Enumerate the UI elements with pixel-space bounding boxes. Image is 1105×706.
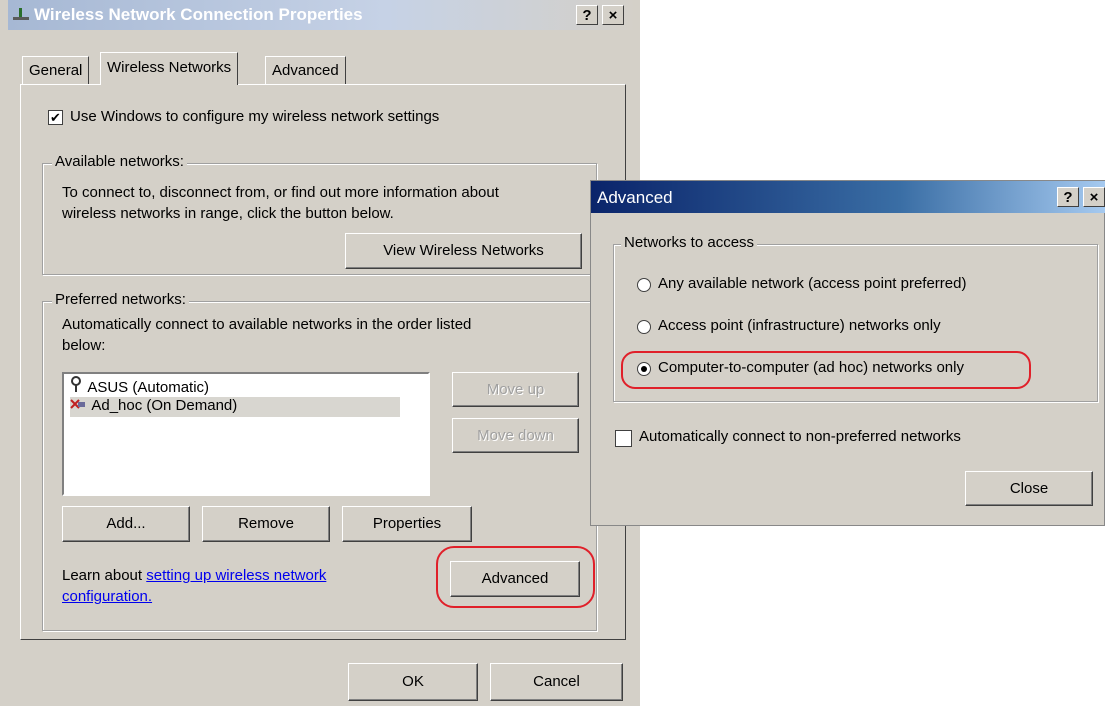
- advanced-title-bar[interactable]: Advanced ? ×: [591, 181, 1105, 213]
- advanced-title: Advanced: [597, 188, 673, 207]
- learn-about-text: Learn about setting up wireless network: [62, 567, 327, 584]
- available-text-line1: To connect to, disconnect from, or find …: [62, 184, 499, 201]
- tab-general[interactable]: General: [22, 56, 90, 84]
- move-up-button[interactable]: Move up: [452, 372, 579, 407]
- setup-help-link-line2[interactable]: configuration.: [62, 588, 152, 605]
- highlight-annotation: [621, 351, 1031, 389]
- use-windows-label: Use Windows to configure my wireless net…: [70, 108, 440, 125]
- ok-button[interactable]: OK: [348, 663, 478, 701]
- option-any-network-label: Any available network (access point pref…: [658, 275, 967, 292]
- help-button[interactable]: ?: [576, 5, 598, 25]
- window-title: Wireless Network Connection Properties: [34, 5, 363, 24]
- option-any-network-radio[interactable]: [637, 278, 651, 292]
- tab-advanced[interactable]: Advanced: [265, 56, 346, 84]
- network-name: Ad_hoc (On Demand): [91, 397, 238, 414]
- advanced-close-button[interactable]: ×: [1083, 187, 1105, 207]
- use-windows-checkbox[interactable]: ✔: [48, 110, 63, 125]
- view-wireless-networks-button[interactable]: View Wireless Networks: [345, 233, 582, 269]
- list-item[interactable]: ASUS (Automatic): [70, 376, 209, 396]
- highlight-annotation: [436, 546, 595, 608]
- option-access-point-radio[interactable]: [637, 320, 651, 334]
- auto-connect-label: Automatically connect to non-preferred n…: [639, 428, 961, 445]
- network-connection-icon: [12, 8, 30, 22]
- networks-to-access-label: Networks to access: [621, 234, 758, 251]
- preferred-text-line1: Automatically connect to available netwo…: [62, 316, 472, 333]
- tab-wireless-networks[interactable]: Wireless Networks: [100, 52, 239, 85]
- available-text-line2: wireless networks in range, click the bu…: [62, 205, 394, 222]
- properties-button[interactable]: Properties: [342, 506, 472, 542]
- list-item[interactable]: Ad_hoc (On Demand): [70, 397, 400, 417]
- option-access-point-label: Access point (infrastructure) networks o…: [658, 317, 941, 334]
- advanced-help-button[interactable]: ?: [1057, 187, 1079, 207]
- preferred-networks-list[interactable]: ASUS (Automatic) Ad_hoc (On Demand): [62, 372, 430, 496]
- preferred-networks-label: Preferred networks:: [52, 291, 189, 308]
- auto-connect-checkbox[interactable]: [615, 430, 632, 447]
- wireless-properties-dialog: Wireless Network Connection Properties ?…: [0, 0, 640, 706]
- advanced-dialog: Advanced ? × Networks to access Any avai…: [590, 180, 1105, 526]
- move-down-button[interactable]: Move down: [452, 418, 579, 453]
- close-button[interactable]: ×: [602, 5, 624, 25]
- remove-button[interactable]: Remove: [202, 506, 330, 542]
- cancel-button[interactable]: Cancel: [490, 663, 623, 701]
- network-name: ASUS (Automatic): [87, 379, 210, 396]
- available-networks-label: Available networks:: [52, 153, 187, 170]
- setup-help-link[interactable]: setting up wireless network: [146, 567, 326, 584]
- add-button[interactable]: Add...: [62, 506, 190, 542]
- preferred-text-line2: below:: [62, 337, 106, 354]
- advanced-close-dialog-button[interactable]: Close: [965, 471, 1093, 506]
- antenna-icon: [70, 376, 84, 396]
- adhoc-icon: [70, 397, 88, 414]
- title-bar[interactable]: Wireless Network Connection Properties ?…: [8, 0, 638, 30]
